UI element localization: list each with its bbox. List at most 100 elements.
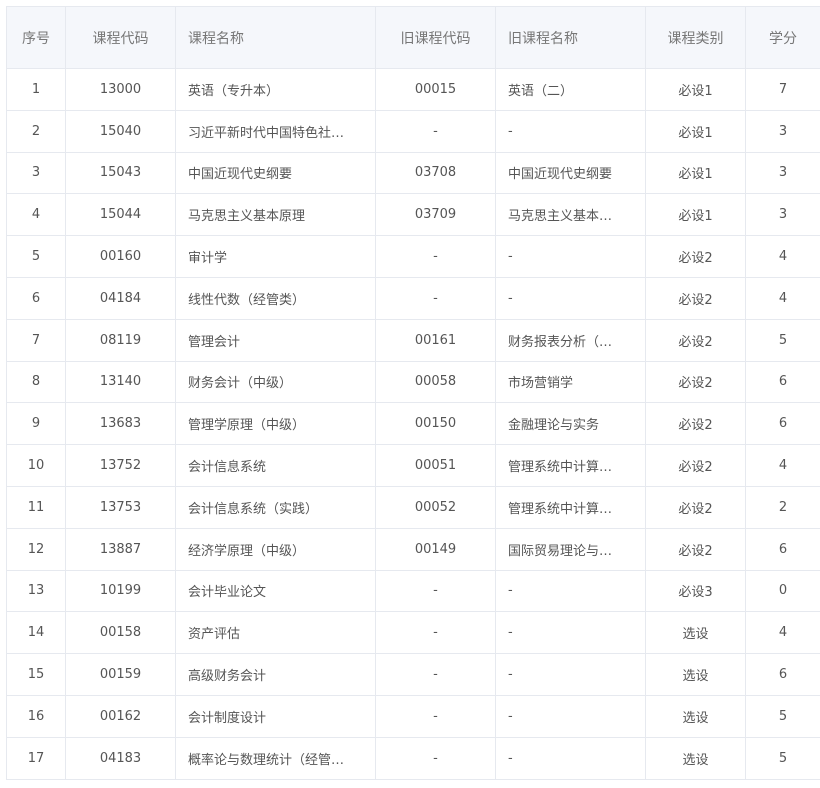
cell-course-name: 中国近现代史纲要 [175,151,376,195]
cell-old-course-name: - [495,694,646,738]
cell-index: 2 [6,109,66,153]
table-row: 14 00158 资产评估 - - 选设 4 [6,611,820,655]
cell-index: 10 [6,444,66,487]
cell-credits: 0 [745,569,820,613]
cell-course-type: 必设2 [645,527,746,571]
cell-old-course-name: - [495,653,646,696]
cell-index: 7 [6,318,66,362]
header-course-code: 课程代码 [65,6,176,69]
cell-course-name: 资产评估 [175,611,376,655]
cell-credits: 7 [745,68,820,111]
cell-credits: 3 [745,193,820,237]
table-row: 8 13140 财务会计（中级） 00058 市场营销学 必设2 6 [6,360,820,404]
table-row: 4 15044 马克思主义基本原理 03709 马克思主义基本… 必设1 3 [6,193,820,237]
cell-course-type: 必设1 [645,109,746,153]
table-row: 13 10199 会计毕业论文 - - 必设3 0 [6,569,820,613]
cell-course-code: 10199 [65,569,176,613]
cell-old-course-code: - [375,276,496,320]
cell-course-code: 13752 [65,444,176,487]
table-row: 3 15043 中国近现代史纲要 03708 中国近现代史纲要 必设1 3 [6,151,820,195]
cell-old-course-code: 00015 [375,68,496,111]
cell-course-type: 必设2 [645,402,746,446]
cell-credits: 2 [745,485,820,529]
cell-old-course-name: 市场营销学 [495,360,646,404]
cell-old-course-name: 金融理论与实务 [495,402,646,446]
course-table-container: 序号 课程代码 课程名称 旧课程代码 旧课程名称 课程类别 学分 1 13000 英… [6,6,820,780]
cell-old-course-code: 00161 [375,318,496,362]
cell-course-type: 必设2 [645,318,746,362]
table-body: 1 13000 英语（专升本） 00015 英语（二） 必设1 7 2 15040 习近平新时代中… [6,68,820,780]
cell-index: 13 [6,569,66,613]
cell-credits: 6 [745,402,820,446]
header-old-course-name: 旧课程名称 [495,6,646,69]
cell-course-type: 必设1 [645,151,746,195]
cell-course-type: 选设 [645,694,746,738]
cell-course-name: 概率论与数理统计（经管… [175,736,376,780]
cell-course-type: 必设2 [645,485,746,529]
cell-old-course-name: 英语（二） [495,68,646,111]
cell-course-code: 15044 [65,193,176,237]
cell-course-name: 管理会计 [175,318,376,362]
cell-course-code: 13000 [65,68,176,111]
course-table: 序号 课程代码 课程名称 旧课程代码 旧课程名称 课程类别 学分 1 13000 英… [6,6,820,780]
cell-old-course-name: 管理系统中计算… [495,444,646,487]
cell-credits: 6 [745,360,820,404]
cell-old-course-name: - [495,276,646,320]
cell-old-course-name: - [495,611,646,655]
cell-course-name: 高级财务会计 [175,653,376,696]
cell-old-course-code: 03708 [375,151,496,195]
cell-course-name: 管理学原理（中级） [175,402,376,446]
cell-index: 1 [6,68,66,111]
cell-old-course-code: 00149 [375,527,496,571]
cell-course-code: 13683 [65,402,176,446]
cell-course-name: 经济学原理（中级） [175,527,376,571]
cell-course-name: 会计毕业论文 [175,569,376,613]
cell-old-course-name: 管理系统中计算… [495,485,646,529]
cell-course-name: 英语（专升本） [175,68,376,111]
cell-old-course-name: 中国近现代史纲要 [495,151,646,195]
table-row: 6 04184 线性代数（经管类） - - 必设2 4 [6,276,820,320]
cell-course-name: 马克思主义基本原理 [175,193,376,237]
cell-credits: 3 [745,151,820,195]
cell-course-name: 习近平新时代中国特色社… [175,109,376,153]
cell-index: 11 [6,485,66,529]
table-row: 17 04183 概率论与数理统计（经管… - - 选设 5 [6,736,820,780]
table-row: 5 00160 审计学 - - 必设2 4 [6,235,820,278]
cell-old-course-code: 00052 [375,485,496,529]
cell-credits: 4 [745,444,820,487]
cell-course-code: 00162 [65,694,176,738]
cell-course-code: 04184 [65,276,176,320]
cell-course-type: 必设3 [645,569,746,613]
cell-course-name: 会计信息系统 [175,444,376,487]
cell-credits: 4 [745,235,820,278]
cell-course-type: 必设2 [645,360,746,404]
cell-course-code: 15040 [65,109,176,153]
table-row: 16 00162 会计制度设计 - - 选设 5 [6,694,820,738]
cell-index: 5 [6,235,66,278]
table-row: 9 13683 管理学原理（中级） 00150 金融理论与实务 必设2 6 [6,402,820,446]
cell-old-course-code: 00051 [375,444,496,487]
cell-old-course-code: - [375,235,496,278]
table-row: 7 08119 管理会计 00161 财务报表分析（… 必设2 5 [6,318,820,362]
cell-old-course-code: 03709 [375,193,496,237]
cell-index: 9 [6,402,66,446]
cell-course-code: 15043 [65,151,176,195]
header-course-name: 课程名称 [175,6,376,69]
cell-credits: 5 [745,694,820,738]
cell-course-type: 选设 [645,653,746,696]
table-header: 序号 课程代码 课程名称 旧课程代码 旧课程名称 课程类别 学分 [6,6,820,69]
cell-course-code: 00160 [65,235,176,278]
cell-old-course-code: - [375,736,496,780]
cell-old-course-code: - [375,569,496,613]
cell-course-code: 00158 [65,611,176,655]
cell-course-name: 财务会计（中级） [175,360,376,404]
table-row: 15 00159 高级财务会计 - - 选设 6 [6,653,820,696]
cell-credits: 5 [745,736,820,780]
cell-index: 16 [6,694,66,738]
cell-index: 6 [6,276,66,320]
cell-index: 12 [6,527,66,571]
cell-course-name: 线性代数（经管类） [175,276,376,320]
cell-course-type: 必设2 [645,444,746,487]
header-row: 序号 课程代码 课程名称 旧课程代码 旧课程名称 课程类别 学分 [6,6,820,69]
cell-old-course-code: - [375,611,496,655]
